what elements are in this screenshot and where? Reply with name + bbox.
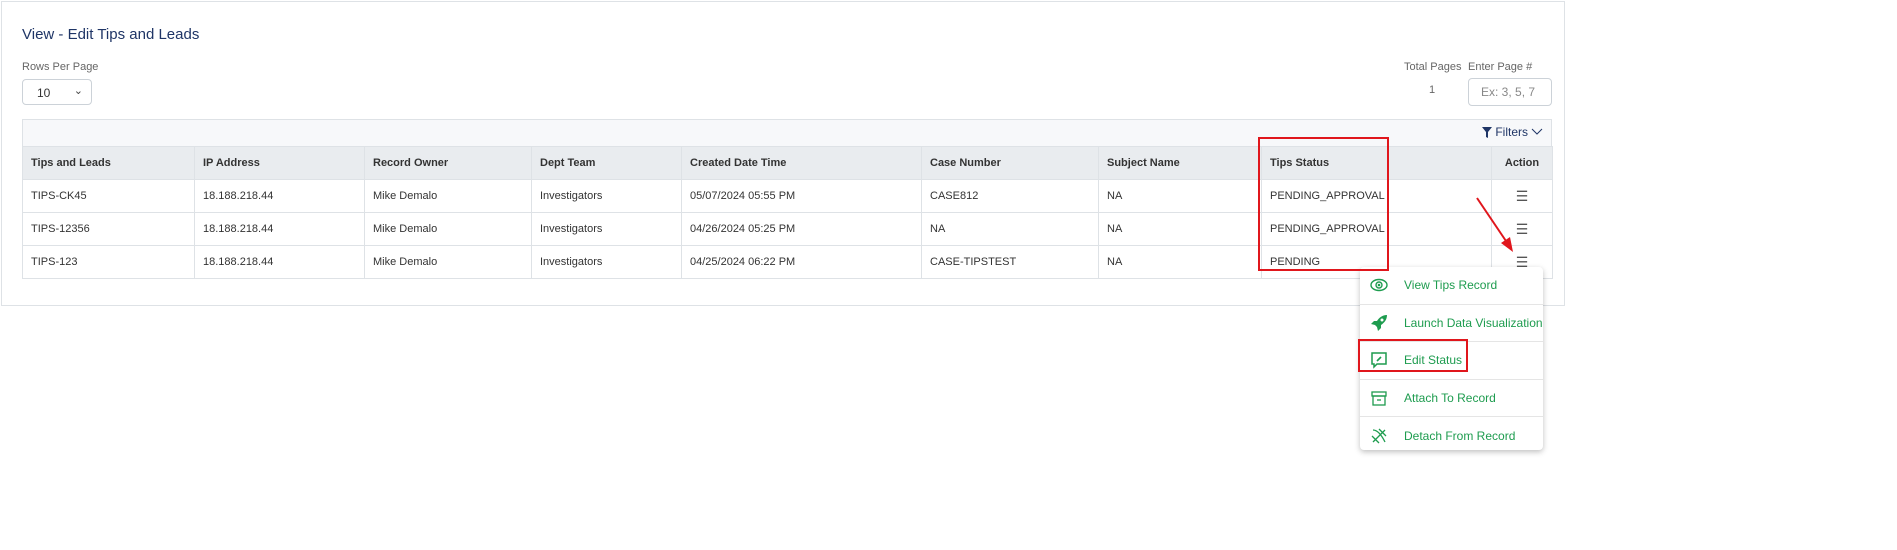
chevron-down-icon: ⌄ bbox=[73, 85, 83, 97]
annotation-highlight-edit-status bbox=[1358, 339, 1468, 372]
menu-item-label: Detach From Record bbox=[1404, 428, 1516, 443]
table-cell: NA bbox=[921, 212, 1099, 246]
table-cell: Investigators bbox=[531, 245, 682, 279]
menu-item-attach-to-record[interactable]: Attach To Record bbox=[1360, 380, 1543, 418]
menu-item-label: View Tips Record bbox=[1404, 278, 1498, 293]
enter-page-label: Enter Page # bbox=[1468, 61, 1533, 73]
table-cell: Mike Demalo bbox=[364, 245, 532, 279]
archive-box-icon bbox=[1370, 389, 1388, 407]
table-cell: NA bbox=[1098, 245, 1262, 279]
table-cell: CASE-TIPSTEST bbox=[921, 245, 1099, 279]
rocket-icon bbox=[1370, 314, 1388, 332]
menu-item-launch-data-visualization[interactable]: Launch Data Visualization bbox=[1360, 305, 1543, 343]
table-cell: 05/07/2024 05:55 PM bbox=[681, 179, 922, 213]
menu-item-view-tips-record[interactable]: View Tips Record bbox=[1360, 267, 1543, 305]
table-cell: 18.188.218.44 bbox=[194, 212, 365, 246]
column-header-case-number: Case Number bbox=[921, 146, 1099, 180]
total-pages-label: Total Pages bbox=[1404, 61, 1462, 73]
page-title: View - Edit Tips and Leads bbox=[22, 26, 200, 43]
column-header-tips-and-leads: Tips and Leads bbox=[22, 146, 195, 180]
table-cell: CASE812 bbox=[921, 179, 1099, 213]
table-cell: Investigators bbox=[531, 212, 682, 246]
table-cell: 18.188.218.44 bbox=[194, 245, 365, 279]
table-cell: TIPS-123 bbox=[22, 245, 195, 279]
column-header-created-date-time: Created Date Time bbox=[681, 146, 922, 180]
annotation-arrow bbox=[1476, 197, 1513, 252]
annotation-highlight-tips-status bbox=[1258, 137, 1389, 271]
menu-item-detach-from-record[interactable]: Detach From Record bbox=[1360, 417, 1543, 454]
table-cell: NA bbox=[1098, 179, 1262, 213]
menu-item-label: Attach To Record bbox=[1404, 391, 1496, 406]
menu-item-label: Launch Data Visualization bbox=[1404, 315, 1543, 330]
table-cell: 18.188.218.44 bbox=[194, 179, 365, 213]
eye-icon bbox=[1370, 276, 1388, 294]
rows-per-page-value: 10 bbox=[37, 86, 51, 100]
filter-icon bbox=[1482, 126, 1493, 138]
table-cell: TIPS-CK45 bbox=[22, 179, 195, 213]
column-header-subject-name: Subject Name bbox=[1098, 146, 1262, 180]
column-header-dept-team: Dept Team bbox=[531, 146, 682, 180]
column-header-ip-address: IP Address bbox=[194, 146, 365, 180]
table-cell: NA bbox=[1098, 212, 1262, 246]
chevron-down-icon bbox=[1531, 128, 1543, 135]
table-cell: 04/26/2024 05:25 PM bbox=[681, 212, 922, 246]
column-header-action: Action bbox=[1491, 146, 1553, 180]
filters-label: Filters bbox=[1495, 125, 1528, 139]
rows-per-page-label: Rows Per Page bbox=[22, 61, 99, 73]
table-cell: TIPS-12356 bbox=[22, 212, 195, 246]
page-number-input[interactable] bbox=[1468, 78, 1552, 106]
unlink-icon bbox=[1370, 427, 1388, 445]
filters-button[interactable]: Filters bbox=[1482, 125, 1543, 139]
table-cell: Mike Demalo bbox=[364, 212, 532, 246]
total-pages-value: 1 bbox=[1429, 84, 1436, 96]
column-header-record-owner: Record Owner bbox=[364, 146, 532, 180]
table-cell: 04/25/2024 06:22 PM bbox=[681, 245, 922, 279]
table-cell: Investigators bbox=[531, 179, 682, 213]
table-cell: Mike Demalo bbox=[364, 179, 532, 213]
rows-per-page-select[interactable]: 10 ⌄ bbox=[22, 79, 92, 105]
